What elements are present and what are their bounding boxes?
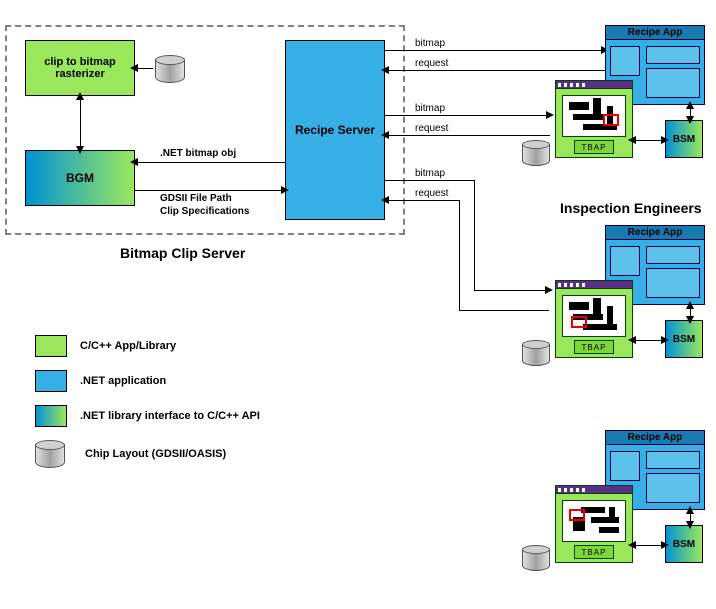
recipe-app-title: Recipe App (606, 431, 704, 445)
bitmap-label-3: bitmap (415, 168, 445, 179)
legend-database-icon (35, 440, 65, 468)
rasterizer-database-icon (155, 55, 185, 83)
bitmap-clip-server-title: Bitmap Clip Server (120, 245, 245, 261)
legend-interface: .NET library interface to C/C++ API (80, 410, 260, 422)
tbap-label: TBAP (574, 340, 614, 354)
client-database-icon (522, 140, 550, 166)
tbap-window: TBAP (555, 280, 633, 358)
recipe-app-title: Recipe App (606, 226, 704, 240)
tbap-window: TBAP (555, 80, 633, 158)
bsm-box: BSM (665, 320, 703, 358)
request-label-1: request (415, 58, 448, 69)
bitmap-label-1: bitmap (415, 38, 445, 49)
legend-swatch-interface (35, 405, 67, 427)
tbap-label: TBAP (574, 545, 614, 559)
client-database-icon (522, 340, 550, 366)
net-bitmap-obj-label: .NET bitmap obj (160, 148, 236, 159)
tbap-label: TBAP (574, 140, 614, 154)
recipe-app-title: Recipe App (606, 26, 704, 40)
request-label-2: request (415, 123, 448, 134)
bitmap-label-2: bitmap (415, 103, 445, 114)
client-database-icon (522, 545, 550, 571)
inspection-engineers-title: Inspection Engineers (560, 200, 702, 216)
legend-swatch-cpp (35, 335, 67, 357)
legend-dotnet: .NET application (80, 375, 166, 387)
legend-swatch-dotnet (35, 370, 67, 392)
rasterizer-box: clip to bitmap rasterizer (25, 40, 135, 96)
bsm-box: BSM (665, 525, 703, 563)
clip-specs-label: Clip Specifications (160, 206, 249, 217)
legend-cpp: C/C++ App/Library (80, 340, 176, 352)
bsm-box: BSM (665, 120, 703, 158)
request-label-3: request (415, 188, 448, 199)
gdsii-path-label: GDSII File Path (160, 193, 232, 204)
tbap-window: TBAP (555, 485, 633, 563)
bgm-box: BGM (25, 150, 135, 206)
legend-chip: Chip Layout (GDSII/OASIS) (85, 448, 226, 460)
recipe-server-box: Recipe Server (285, 40, 385, 220)
